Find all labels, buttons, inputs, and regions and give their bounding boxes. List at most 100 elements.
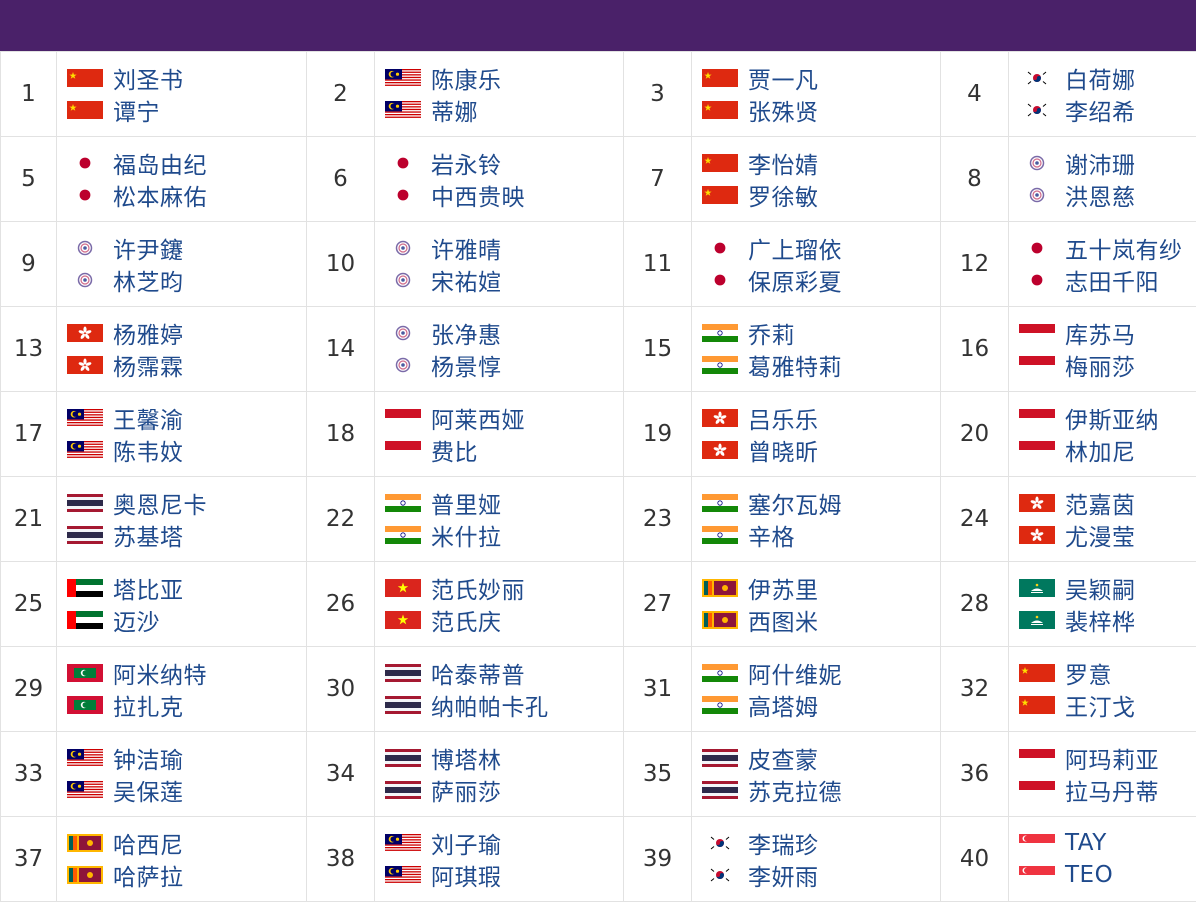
player-name[interactable]: 哈泰蒂普	[431, 656, 525, 690]
player-name[interactable]: 奥恩尼卡	[113, 486, 207, 520]
player-name[interactable]: 拉扎克	[113, 688, 184, 722]
player-name[interactable]: 博塔林	[431, 741, 502, 775]
player-name[interactable]: 苏基塔	[113, 518, 184, 552]
player-name[interactable]: 福岛由纪	[113, 146, 207, 180]
player-name[interactable]: 高塔姆	[748, 688, 819, 722]
player-name[interactable]: 杨霈霖	[113, 348, 184, 382]
player-name[interactable]: 塔比亚	[113, 571, 184, 605]
player-name[interactable]: 米什拉	[431, 518, 502, 552]
pair-cell: 李怡婧 罗徐敏	[691, 136, 941, 222]
player-name[interactable]: 伊苏里	[748, 571, 819, 605]
ranking-row: 29 阿米纳特 拉扎克 30 哈泰蒂普 纳帕帕卡孔 31 阿什维妮 高塔姆 32 罗意 王汀戈	[0, 646, 1196, 732]
player-name[interactable]: 哈萨拉	[113, 858, 184, 892]
player-name[interactable]: 阿琪瑕	[431, 858, 502, 892]
player-name[interactable]: 五十岚有纱	[1065, 231, 1183, 265]
player-name[interactable]: 白荷娜	[1065, 61, 1136, 95]
player-name[interactable]: 葛雅特莉	[748, 348, 842, 382]
player-name[interactable]: 广上瑠依	[748, 231, 842, 265]
rank-number: 40	[940, 816, 1009, 902]
player-name[interactable]: 蒂娜	[431, 93, 478, 127]
player-name[interactable]: 罗意	[1065, 656, 1112, 690]
player-name[interactable]: 吴颖嗣	[1065, 571, 1136, 605]
player-name[interactable]: 许雅晴	[431, 231, 502, 265]
player-name[interactable]: 普里娅	[431, 486, 502, 520]
player-name[interactable]: 洪恩慈	[1065, 178, 1136, 212]
player-name[interactable]: 志田千阳	[1065, 263, 1159, 297]
pair-cell: 刘子瑜 阿琪瑕	[374, 816, 624, 902]
player-name[interactable]: 乔莉	[748, 316, 795, 350]
player-name[interactable]: 曾晓昕	[748, 433, 819, 467]
player-name[interactable]: 李怡婧	[748, 146, 819, 180]
player-name[interactable]: 宋祐媗	[431, 263, 502, 297]
player-name[interactable]: TAY	[1065, 830, 1107, 856]
player-name[interactable]: 阿莱西娅	[431, 401, 525, 435]
player-line: 林加尼	[1019, 434, 1196, 466]
korea-flag-icon	[702, 866, 738, 884]
player-name[interactable]: 范氏妙丽	[431, 571, 525, 605]
player-name[interactable]: 李绍希	[1065, 93, 1136, 127]
player-name[interactable]: 迈沙	[113, 603, 160, 637]
pair-cell: 李瑞珍 李妍雨	[691, 816, 941, 902]
player-name[interactable]: 西图米	[748, 603, 819, 637]
player-name[interactable]: 范嘉茵	[1065, 486, 1136, 520]
player-name[interactable]: 刘子瑜	[431, 826, 502, 860]
player-line: 张殊贤	[702, 94, 940, 126]
player-name[interactable]: 林加尼	[1065, 433, 1136, 467]
player-name[interactable]: 费比	[431, 433, 478, 467]
player-name[interactable]: 许尹鑳	[113, 231, 184, 265]
player-name[interactable]: 中西贵映	[431, 178, 525, 212]
pair-cell: 福岛由纪 松本麻佑	[56, 136, 307, 222]
pair-cell: 谢沛珊 洪恩慈	[1008, 136, 1196, 222]
player-name[interactable]: 裴梓桦	[1065, 603, 1136, 637]
player-name[interactable]: 哈西尼	[113, 826, 184, 860]
player-name[interactable]: 范氏庆	[431, 603, 502, 637]
player-name[interactable]: 纳帕帕卡孔	[431, 688, 549, 722]
player-name[interactable]: 陈韦妏	[113, 433, 184, 467]
player-name[interactable]: 阿玛莉亚	[1065, 741, 1159, 775]
player-name[interactable]: 拉马丹蒂	[1065, 773, 1159, 807]
player-name[interactable]: 张净惠	[431, 316, 502, 350]
player-name[interactable]: 阿米纳特	[113, 656, 207, 690]
player-name[interactable]: 刘圣书	[113, 61, 184, 95]
player-name[interactable]: 岩永铃	[431, 146, 502, 180]
rank-number: 23	[623, 476, 692, 562]
player-name[interactable]: 林芝昀	[113, 263, 184, 297]
player-name[interactable]: 保原彩夏	[748, 263, 842, 297]
player-name[interactable]: 杨景惇	[431, 348, 502, 382]
player-name[interactable]: 尤漫莹	[1065, 518, 1136, 552]
player-name[interactable]: 钟洁瑜	[113, 741, 184, 775]
player-name[interactable]: 梅丽莎	[1065, 348, 1136, 382]
player-name[interactable]: 松本麻佑	[113, 178, 207, 212]
player-name[interactable]: 李瑞珍	[748, 826, 819, 860]
rank-number: 22	[306, 476, 375, 562]
player-name[interactable]: 陈康乐	[431, 61, 502, 95]
header-bar	[0, 0, 1196, 51]
japan-flag-icon	[67, 186, 103, 204]
player-name[interactable]: 贾一凡	[748, 61, 819, 95]
player-name[interactable]: 塞尔瓦姆	[748, 486, 842, 520]
player-name[interactable]: 谭宁	[113, 93, 160, 127]
player-name[interactable]: 王汀戈	[1065, 688, 1136, 722]
player-name[interactable]: 皮查蒙	[748, 741, 819, 775]
player-name[interactable]: 辛格	[748, 518, 795, 552]
player-name[interactable]: 阿什维妮	[748, 656, 842, 690]
player-name[interactable]: 吴保莲	[113, 773, 184, 807]
player-name[interactable]: 苏克拉德	[748, 773, 842, 807]
player-line: 宋祐媗	[385, 264, 623, 296]
player-name[interactable]: 库苏马	[1065, 316, 1136, 350]
singapore-flag-icon	[1019, 866, 1055, 884]
player-name[interactable]: 罗徐敏	[748, 178, 819, 212]
player-name[interactable]: 萨丽莎	[431, 773, 502, 807]
rank-number: 32	[940, 646, 1009, 732]
pair-cell: 许雅晴 宋祐媗	[374, 221, 624, 307]
player-name[interactable]: 谢沛珊	[1065, 146, 1136, 180]
player-name[interactable]: 伊斯亚纳	[1065, 401, 1159, 435]
china-flag-icon	[1019, 664, 1055, 682]
player-name[interactable]: 李妍雨	[748, 858, 819, 892]
player-name[interactable]: TEO	[1065, 862, 1113, 888]
player-line: 伊苏里	[702, 572, 940, 604]
player-name[interactable]: 王馨渝	[113, 401, 184, 435]
player-name[interactable]: 杨雅婷	[113, 316, 184, 350]
player-name[interactable]: 吕乐乐	[748, 401, 819, 435]
player-name[interactable]: 张殊贤	[748, 93, 819, 127]
